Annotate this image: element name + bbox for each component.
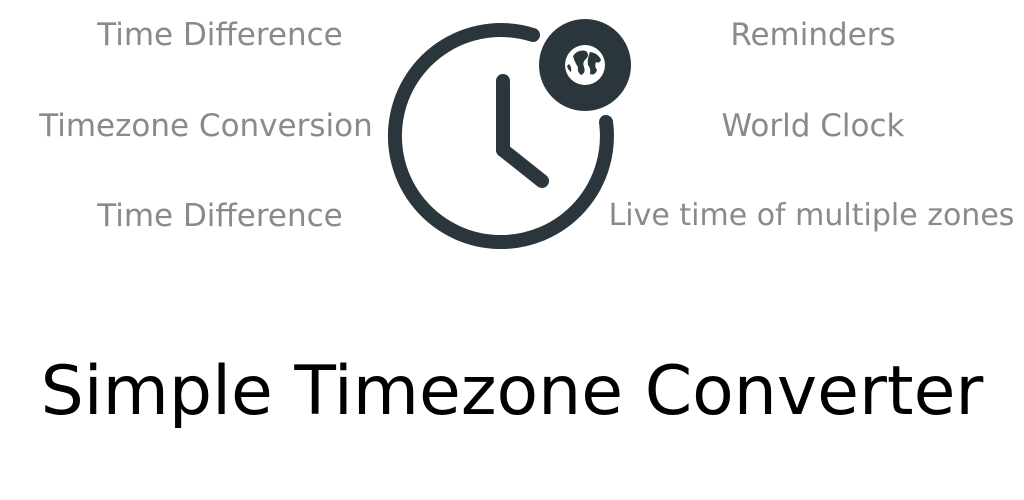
feature-time-difference: Time Difference bbox=[97, 17, 343, 53]
feature-time-difference-2: Time Difference bbox=[97, 198, 343, 234]
feature-world-clock: World Clock bbox=[721, 108, 905, 144]
app-title: Simple Timezone Converter bbox=[40, 352, 984, 431]
app-logo bbox=[385, 14, 640, 254]
feature-timezone-conversion: Timezone Conversion bbox=[39, 108, 373, 144]
feature-reminders: Reminders bbox=[730, 17, 896, 53]
feature-live-time: Live time of multiple zones bbox=[608, 198, 1015, 233]
